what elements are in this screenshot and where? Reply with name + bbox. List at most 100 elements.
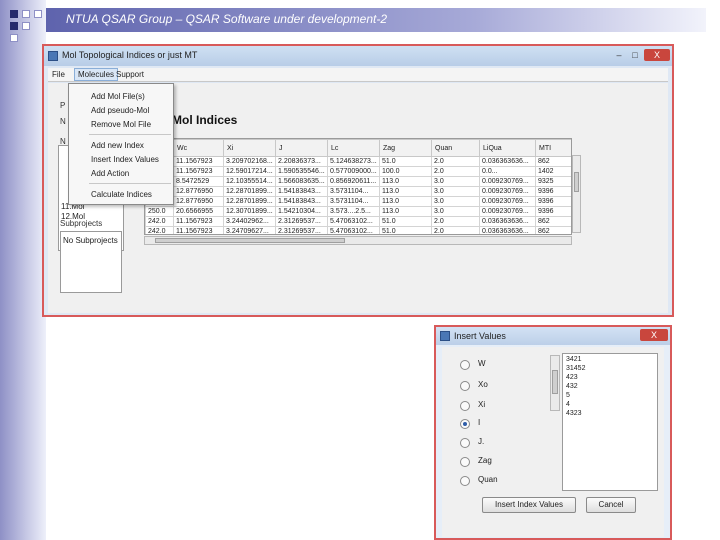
dialog-titlebar[interactable]: Insert Values X: [436, 327, 670, 345]
table-cell[interactable]: 12.8776950: [173, 196, 224, 207]
table-cell[interactable]: 2.0: [431, 156, 480, 167]
table-cell[interactable]: 12.8776950: [173, 186, 224, 197]
column-header[interactable]: Zag: [379, 139, 432, 157]
table-cell[interactable]: 1.566083635...: [275, 176, 328, 187]
table-vertical-scrollbar[interactable]: [572, 155, 581, 233]
table-cell[interactable]: 0.036363636...: [479, 216, 536, 227]
table-cell[interactable]: 0.009230769...: [479, 176, 536, 187]
table-cell[interactable]: 113.0: [379, 186, 432, 197]
table-cell[interactable]: 113.0: [379, 206, 432, 217]
radio-button-selected[interactable]: [460, 419, 470, 429]
table-cell[interactable]: 0.856920611...: [327, 176, 380, 187]
table-cell[interactable]: 1.54210304...: [275, 206, 328, 217]
table-cell[interactable]: 3.0: [431, 186, 480, 197]
menu-item-add-pseudo-mol[interactable]: Add pseudo-Mol: [91, 106, 149, 115]
table-cell[interactable]: 3.209702168...: [223, 156, 276, 167]
maximize-button[interactable]: □: [628, 49, 642, 61]
table-cell[interactable]: 0.577009000...: [327, 166, 380, 177]
table-cell[interactable]: 3.573....2.5...: [327, 206, 380, 217]
radio-button[interactable]: [460, 438, 470, 448]
table-cell[interactable]: 2.31269537...: [275, 226, 328, 234]
close-button[interactable]: X: [644, 49, 670, 61]
table-cell[interactable]: 51.0: [379, 156, 432, 167]
table-row[interactable]: 11.1567923 3.209702168... 2.20836373... 5.1…: [145, 156, 571, 167]
column-header[interactable]: Quan: [431, 139, 480, 157]
minimize-button[interactable]: –: [612, 49, 626, 61]
table-cell[interactable]: 1402: [535, 166, 571, 177]
table-row[interactable]: 242.0 11.1567923 3.24402962... 2.31269537..…: [145, 216, 571, 227]
table-cell[interactable]: 3.5731104...: [327, 196, 380, 207]
column-header[interactable]: Wc: [173, 139, 224, 157]
table-cell[interactable]: 11.1567923: [173, 216, 224, 227]
table-cell[interactable]: 1.590535546...: [275, 166, 328, 177]
table-cell[interactable]: 862: [535, 216, 571, 227]
window-titlebar[interactable]: Mol Topological Indices or just MT – □ X: [44, 46, 672, 66]
column-header[interactable]: Lc: [327, 139, 380, 157]
table-row[interactable]: 242.0 11.1567923 3.24709627... 2.31269537..…: [145, 226, 571, 234]
insert-index-values-button[interactable]: Insert Index Values: [482, 497, 576, 513]
table-cell[interactable]: 12.28701899...: [223, 196, 276, 207]
table-cell[interactable]: 9396: [535, 196, 571, 207]
menu-item-add-new-index[interactable]: Add new Index: [91, 141, 144, 150]
menu-support[interactable]: Support: [116, 70, 144, 79]
table-cell[interactable]: 12.59017214...: [223, 166, 276, 177]
table-cell[interactable]: 11.1567923: [173, 156, 224, 167]
scrollbar-thumb[interactable]: [574, 172, 579, 192]
table-cell[interactable]: 3.0: [431, 206, 480, 217]
table-cell[interactable]: 8.5472529: [173, 176, 224, 187]
table-cell[interactable]: 2.0: [431, 166, 480, 177]
table-cell[interactable]: 3.0: [431, 176, 480, 187]
table-cell[interactable]: 1.54183843...: [275, 196, 328, 207]
table-cell[interactable]: 0.036363636...: [479, 226, 536, 234]
radio-button[interactable]: [460, 360, 470, 370]
table-cell[interactable]: 0.036363636...: [479, 156, 536, 167]
table-cell[interactable]: 9396: [535, 186, 571, 197]
list-item[interactable]: No Subprojects: [63, 236, 118, 245]
subprojects-list[interactable]: No Subprojects: [60, 231, 122, 293]
table-cell[interactable]: 51.0: [379, 226, 432, 234]
radio-button[interactable]: [460, 381, 470, 391]
table-row[interactable]: 11.1567923 12.59017214... 1.590535546... 0.…: [145, 166, 571, 177]
table-cell[interactable]: 3.24402962...: [223, 216, 276, 227]
table-cell[interactable]: 100.0: [379, 166, 432, 177]
table-cell[interactable]: 12.28701899...: [223, 186, 276, 197]
table-cell[interactable]: 0.009230769...: [479, 196, 536, 207]
table-cell[interactable]: 3.24709627...: [223, 226, 276, 234]
radio-button[interactable]: [460, 457, 470, 467]
table-row[interactable]: 12.8776950 12.28701899... 1.54183843... 3.5…: [145, 196, 571, 207]
table-cell[interactable]: 51.0: [379, 216, 432, 227]
table-cell[interactable]: 242.0: [145, 226, 174, 234]
table-cell[interactable]: 113.0: [379, 196, 432, 207]
table-cell[interactable]: 2.20836373...: [275, 156, 328, 167]
table-cell[interactable]: 113.0: [379, 176, 432, 187]
table-horizontal-scrollbar[interactable]: [144, 236, 572, 245]
table-row[interactable]: 8.5472529 12.10355514... 1.566083635... 0.8…: [145, 176, 571, 187]
menu-item-add-action[interactable]: Add Action: [91, 169, 129, 178]
table-cell[interactable]: 862: [535, 226, 571, 234]
menu-item-add-mol-files[interactable]: Add Mol File(s): [91, 92, 145, 101]
menu-molecules[interactable]: Molecules: [74, 68, 119, 81]
menu-item-remove-mol-file[interactable]: Remove Mol File: [91, 120, 151, 129]
scrollbar-thumb[interactable]: [552, 370, 558, 394]
table-row[interactable]: 250.0 20.6566955 12.30701899... 1.54210304.…: [145, 206, 571, 217]
table-cell[interactable]: 3.5731104...: [327, 186, 380, 197]
table-cell[interactable]: 9396: [535, 206, 571, 217]
table-cell[interactable]: 250.0: [145, 206, 174, 217]
table-cell[interactable]: 11.1567923: [173, 166, 224, 177]
dialog-close-button[interactable]: X: [640, 329, 668, 341]
menu-item-calculate-indices[interactable]: Calculate Indices: [91, 190, 152, 199]
table-cell[interactable]: 5.124638273...: [327, 156, 380, 167]
table-cell[interactable]: 5.47063102...: [327, 226, 380, 234]
column-header[interactable]: MTI: [535, 139, 571, 157]
table-cell[interactable]: 2.0: [431, 216, 480, 227]
table-cell[interactable]: 0.009230769...: [479, 186, 536, 197]
radio-button[interactable]: [460, 476, 470, 486]
table-cell[interactable]: 2.31269537...: [275, 216, 328, 227]
cancel-button[interactable]: Cancel: [586, 497, 636, 513]
column-header[interactable]: LiQua: [479, 139, 536, 157]
table-cell[interactable]: 5.47063102...: [327, 216, 380, 227]
table-cell[interactable]: 2.0: [431, 226, 480, 234]
menu-item-insert-index-values[interactable]: Insert Index Values: [91, 155, 159, 164]
table-cell[interactable]: 0.009230769...: [479, 206, 536, 217]
table-cell[interactable]: 11.1567923: [173, 226, 224, 234]
